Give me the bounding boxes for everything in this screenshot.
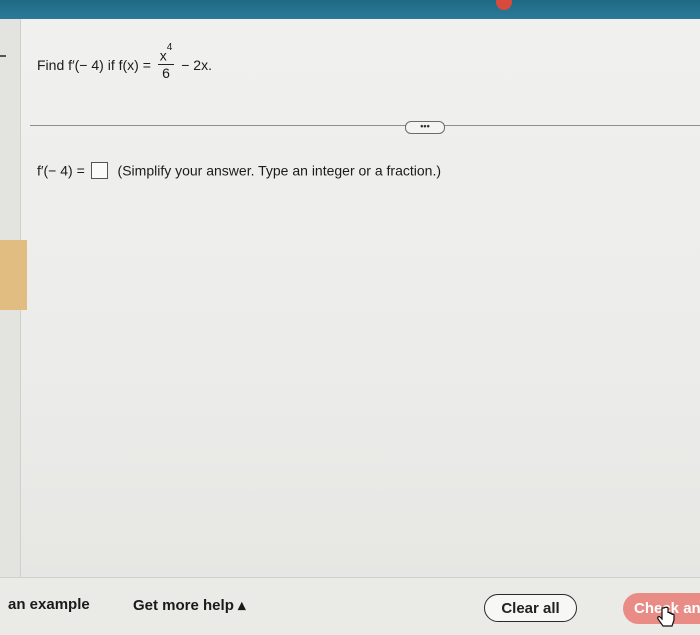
fraction-denominator: 6: [162, 64, 170, 81]
fraction: x4 6: [157, 42, 175, 81]
bottom-toolbar: [0, 577, 700, 635]
question-text: Find f′(− 4) if f(x) = x4 6 − 2x.: [37, 42, 212, 83]
hand-pointer-icon: [657, 606, 675, 627]
question-prefix: Find f′(− 4) if f(x) =: [37, 56, 151, 73]
answer-input[interactable]: [90, 161, 108, 179]
question-panel: [0, 19, 700, 590]
numerator-exponent: 4: [166, 42, 173, 53]
top-bar: [0, 0, 700, 19]
numerator-base: x: [159, 47, 167, 64]
close-icon[interactable]: [496, 0, 512, 10]
question-suffix: − 2x.: [181, 56, 212, 73]
fraction-numerator: x4: [157, 42, 175, 65]
answer-row: f′(− 4) = (Simplify your answer. Type an…: [37, 161, 441, 179]
answer-instruction: (Simplify your answer. Type an integer o…: [117, 162, 441, 179]
more-options-button[interactable]: •••: [405, 121, 445, 134]
section-divider: [30, 125, 700, 126]
answer-label: f′(− 4) =: [37, 162, 85, 179]
left-marker: [0, 55, 6, 57]
get-more-help-link[interactable]: Get more help ▴: [133, 596, 246, 614]
clear-all-button[interactable]: Clear all: [484, 594, 577, 622]
side-tab[interactable]: [0, 240, 27, 310]
view-example-link[interactable]: an example: [8, 596, 90, 613]
